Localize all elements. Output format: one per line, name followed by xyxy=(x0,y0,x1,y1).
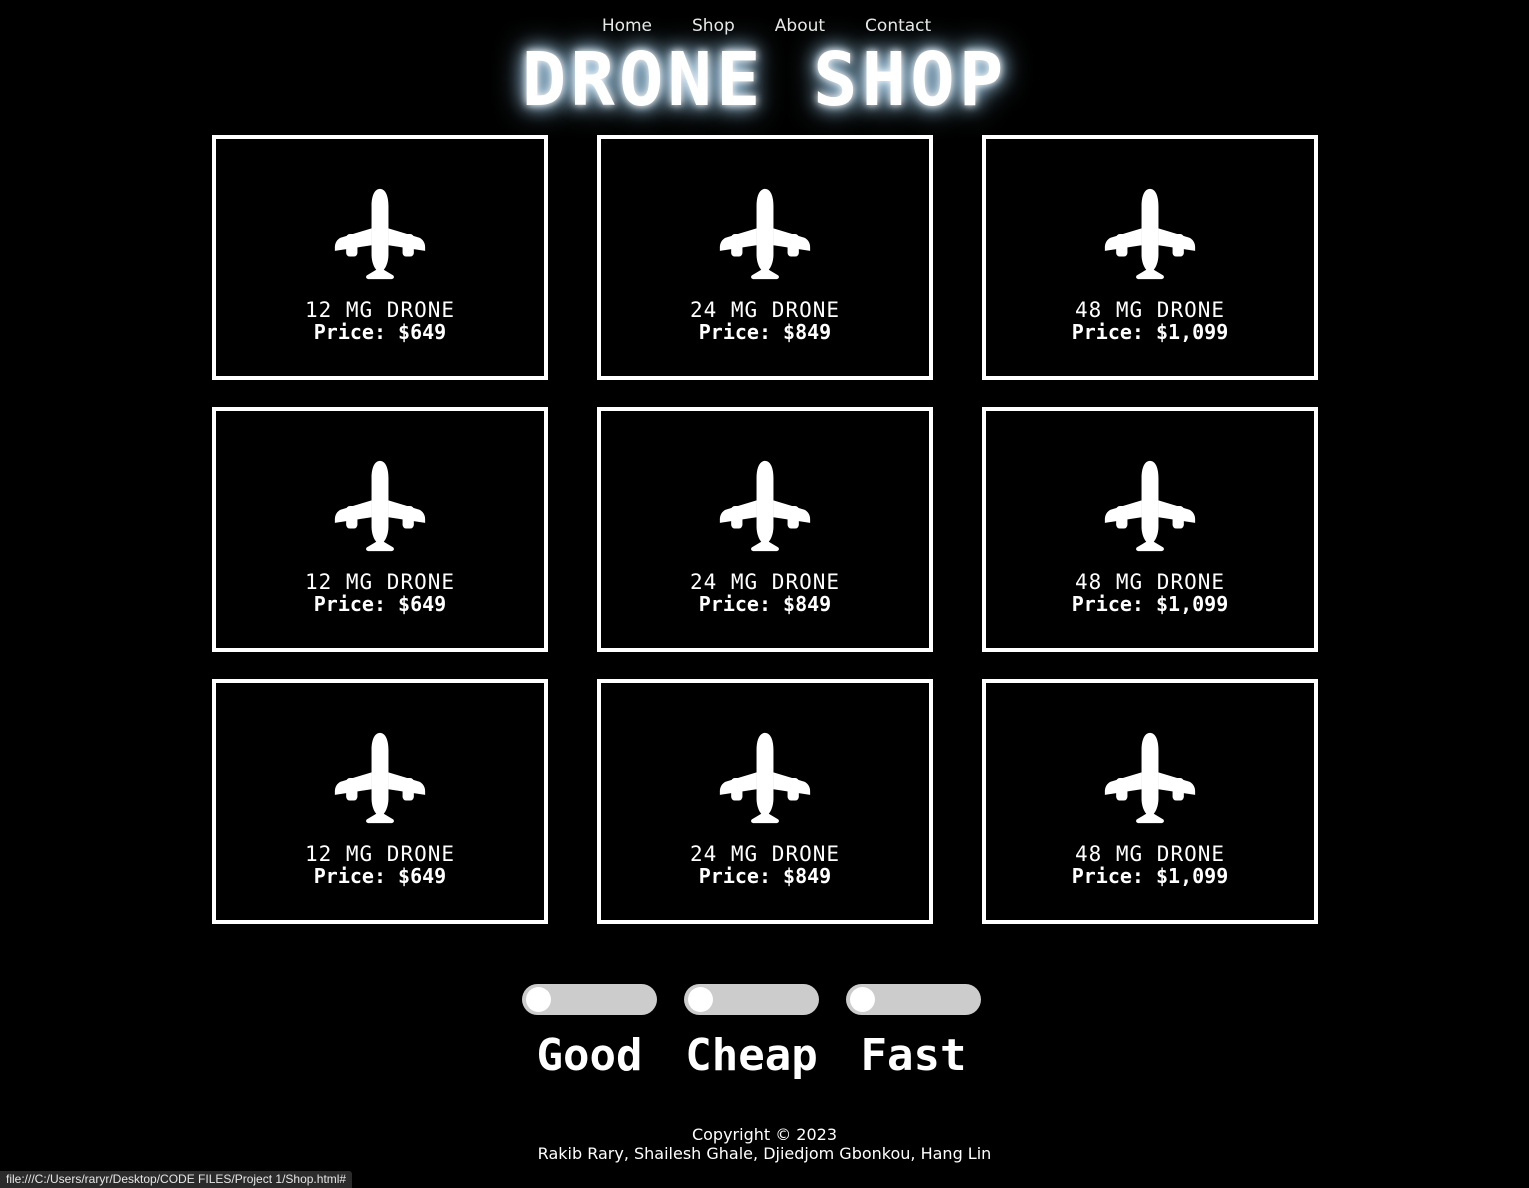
product-card[interactable]: 48 MG DRONE Price: $1,099 xyxy=(982,407,1318,652)
nav-about-link[interactable]: About xyxy=(771,16,825,36)
product-price: Price: $849 xyxy=(698,592,832,616)
product-price: Price: $1,099 xyxy=(1071,592,1229,616)
product-card[interactable]: 12 MG DRONE Price: $649 xyxy=(212,679,548,924)
airplane-icon xyxy=(1104,188,1196,280)
toggle-knob xyxy=(688,987,713,1012)
product-name: 24 MG DRONE xyxy=(689,570,841,594)
product-card[interactable]: 24 MG DRONE Price: $849 xyxy=(597,407,933,652)
airplane-icon xyxy=(334,460,426,552)
product-name: 24 MG DRONE xyxy=(689,298,841,322)
cheap-label: Cheap xyxy=(685,1030,818,1081)
product-card[interactable]: 12 MG DRONE Price: $649 xyxy=(212,407,548,652)
top-nav: Home Shop About Contact xyxy=(0,16,1529,36)
airplane-icon xyxy=(719,188,811,280)
product-name: 48 MG DRONE xyxy=(1074,842,1226,866)
authors-text: Rakib Rary, Shailesh Ghale, Djiedjom Gbo… xyxy=(537,1144,992,1163)
product-card[interactable]: 24 MG DRONE Price: $849 xyxy=(597,135,933,380)
product-name: 12 MG DRONE xyxy=(304,570,456,594)
airplane-icon xyxy=(334,732,426,824)
browser-status-bar: file:///C:/Users/raryr/Desktop/CODE FILE… xyxy=(0,1171,353,1188)
product-card[interactable]: 48 MG DRONE Price: $1,099 xyxy=(982,679,1318,924)
toggle-group xyxy=(522,984,981,1015)
footer: Copyright © 2023 Rakib Rary, Shailesh Gh… xyxy=(0,1125,1529,1163)
nav-shop-link[interactable]: Shop xyxy=(688,16,735,36)
airplane-icon xyxy=(719,460,811,552)
toggle-knob xyxy=(850,987,875,1012)
product-price: Price: $1,099 xyxy=(1071,864,1229,888)
product-price: Price: $649 xyxy=(313,320,447,344)
good-label: Good xyxy=(536,1030,643,1081)
product-price: Price: $849 xyxy=(698,320,832,344)
airplane-icon xyxy=(334,188,426,280)
cheap-toggle[interactable] xyxy=(684,984,819,1015)
product-card[interactable]: 12 MG DRONE Price: $649 xyxy=(212,135,548,380)
product-card[interactable]: 24 MG DRONE Price: $849 xyxy=(597,679,933,924)
airplane-icon xyxy=(1104,460,1196,552)
nav-home-link[interactable]: Home xyxy=(598,16,652,36)
product-name: 12 MG DRONE xyxy=(304,298,456,322)
toggle-labels: Good Cheap Fast xyxy=(522,1030,981,1082)
airplane-icon xyxy=(719,732,811,824)
product-card[interactable]: 48 MG DRONE Price: $1,099 xyxy=(982,135,1318,380)
product-price: Price: $649 xyxy=(313,592,447,616)
fast-toggle[interactable] xyxy=(846,984,981,1015)
nav-contact-link[interactable]: Contact xyxy=(861,16,931,36)
toggle-knob xyxy=(526,987,551,1012)
product-price: Price: $1,099 xyxy=(1071,320,1229,344)
fast-label: Fast xyxy=(860,1030,967,1081)
product-name: 48 MG DRONE xyxy=(1074,298,1226,322)
good-toggle[interactable] xyxy=(522,984,657,1015)
copyright-text: Copyright © 2023 xyxy=(691,1125,838,1144)
product-name: 48 MG DRONE xyxy=(1074,570,1226,594)
product-price: Price: $649 xyxy=(313,864,447,888)
product-name: 12 MG DRONE xyxy=(304,842,456,866)
product-grid: 12 MG DRONE Price: $649 24 MG DRONE Pric… xyxy=(212,135,1318,924)
page-title: DRONE SHOP xyxy=(521,37,1008,123)
airplane-icon xyxy=(1104,732,1196,824)
product-price: Price: $849 xyxy=(698,864,832,888)
product-name: 24 MG DRONE xyxy=(689,842,841,866)
page: Home Shop About Contact DRONE SHOP 12 MG… xyxy=(0,0,1529,1188)
